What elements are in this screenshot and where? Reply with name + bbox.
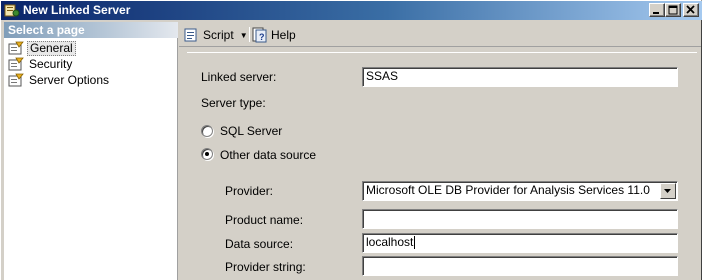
- provider-dropdown-button[interactable]: [660, 183, 676, 199]
- sql-server-radio[interactable]: [201, 125, 213, 137]
- toolbar-separator: [249, 27, 250, 42]
- sidebar-item-server-options[interactable]: Server Options: [8, 72, 111, 88]
- linked-server-label: Linked server:: [201, 70, 277, 84]
- data-source-input[interactable]: localhost: [362, 233, 678, 253]
- close-button[interactable]: [683, 3, 699, 17]
- page-icon: [8, 41, 24, 55]
- script-icon: [184, 28, 197, 42]
- title-bar[interactable]: New Linked Server: [1, 1, 702, 20]
- content-divider: [187, 52, 697, 53]
- provider-select[interactable]: Microsoft OLE DB Provider for Analysis S…: [362, 181, 678, 201]
- script-label: Script: [203, 28, 234, 42]
- provider-string-input[interactable]: [362, 256, 678, 276]
- maximize-icon: [668, 5, 678, 15]
- svg-text:?: ?: [259, 32, 265, 42]
- general-page-panel: Script ▼ ? Help Linked server: SSAS Serv…: [179, 22, 701, 280]
- page-icon: [8, 73, 24, 87]
- provider-value: Microsoft OLE DB Provider for Analysis S…: [366, 183, 650, 197]
- minimize-button[interactable]: [649, 3, 665, 17]
- help-label: Help: [271, 28, 296, 42]
- select-page-header: Select a page: [4, 22, 178, 38]
- page-icon: [8, 57, 24, 71]
- sql-server-label: SQL Server: [220, 124, 283, 138]
- window-title: New Linked Server: [23, 3, 131, 17]
- radio-selected-dot: [205, 152, 209, 156]
- help-icon: ?: [252, 27, 267, 43]
- data-source-value: localhost: [366, 235, 414, 249]
- other-data-source-label: Other data source: [220, 148, 317, 162]
- product-name-label: Product name:: [225, 213, 304, 227]
- provider-label: Provider:: [225, 184, 274, 198]
- sidebar-item-label: Security: [29, 57, 73, 71]
- linked-server-icon: [4, 3, 20, 18]
- server-type-label: Server type:: [201, 96, 266, 110]
- product-name-input[interactable]: [362, 209, 678, 229]
- chevron-down-icon: [664, 189, 671, 193]
- other-data-source-radio[interactable]: [201, 148, 213, 160]
- chevron-down-icon[interactable]: ▼: [240, 31, 248, 40]
- close-icon: [686, 5, 695, 14]
- sidebar-item-label: Server Options: [29, 73, 110, 87]
- maximize-button[interactable]: [665, 3, 681, 17]
- provider-string-label: Provider string:: [225, 260, 306, 274]
- page-selector-panel: Select a page General Security Server Op…: [4, 22, 178, 280]
- new-linked-server-window: New Linked Server Select a page General …: [0, 0, 702, 280]
- sidebar-item-security[interactable]: Security: [8, 56, 74, 72]
- toolbar: Script ▼ ? Help: [179, 22, 701, 47]
- sidebar-item-label: General: [27, 40, 76, 56]
- script-button[interactable]: Script ▼: [183, 26, 248, 44]
- help-button[interactable]: ? Help: [251, 26, 296, 44]
- minimize-icon: [653, 12, 659, 14]
- sidebar-item-general[interactable]: General: [8, 40, 76, 56]
- linked-server-input[interactable]: SSAS: [362, 67, 678, 87]
- text-caret: [414, 236, 416, 250]
- data-source-label: Data source:: [225, 237, 294, 251]
